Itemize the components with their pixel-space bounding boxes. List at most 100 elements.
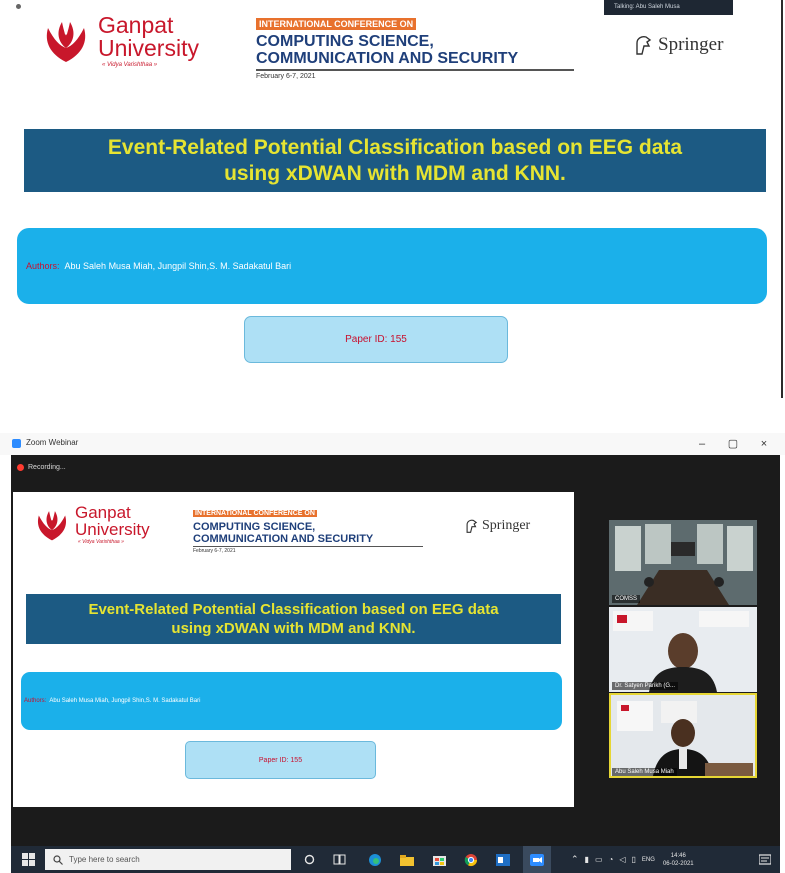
tray-wifi-icon[interactable]: ◔: [609, 855, 614, 864]
task-view-icon: [333, 854, 345, 865]
participant-video-satyen[interactable]: Dr. Satyen Parikh (G...: [609, 607, 757, 692]
notification-icon: [759, 853, 771, 865]
presentation-slide: Talking: Abu Saleh Musa Ganpat Universit…: [0, 0, 785, 400]
shared-authors-names: Abu Saleh Musa Miah, Jungpil Shin,S. M. …: [49, 698, 201, 704]
shared-conference-intl-label: INTERNATIONAL CONFERENCE ON: [193, 510, 317, 517]
search-icon: [53, 854, 63, 865]
university-name-line1: Ganpat: [98, 12, 174, 38]
zoom-meeting-area: Recording... Ganpat University « Vidya V…: [11, 455, 780, 869]
shared-springer-label: Springer: [482, 518, 531, 533]
edge-icon: [369, 853, 381, 866]
cortana-button[interactable]: [297, 846, 321, 873]
slide-title-box: Event-Related Potential Classification b…: [24, 129, 766, 192]
shared-conference-line2: COMMUNICATION AND SECURITY: [193, 532, 374, 545]
shared-authors-box: Authors: Abu Saleh Musa Miah, Jungpil Sh…: [21, 672, 562, 730]
speaker-indicator: Talking: Abu Saleh Musa: [604, 0, 733, 15]
tray-time: 14:46: [670, 852, 686, 859]
tray-language[interactable]: ENG: [642, 857, 655, 863]
ganpat-university-logo: Ganpat University « Vidya Varishthaa »: [40, 14, 199, 68]
tray-clock[interactable]: 14:46 06-02-2021: [663, 852, 694, 868]
zoom-app-button[interactable]: [523, 846, 551, 873]
participant-video-abu-saleh[interactable]: Abu Saleh Musa Miah: [609, 693, 757, 778]
participant-name-abu-saleh: Abu Saleh Musa Miah: [612, 768, 677, 776]
zoom-app-icon: [12, 439, 21, 448]
zoom-window: Zoom Webinar – ▢ × Recording... Ganpat U…: [0, 433, 785, 873]
shared-conference-banner: INTERNATIONAL CONFERENCE ON COMPUTING SC…: [193, 502, 423, 554]
conference-name-line2: COMMUNICATION AND SECURITY: [256, 49, 519, 67]
shared-conference-date: February 6-7, 2021: [193, 548, 236, 555]
edge-app-button[interactable]: [363, 846, 387, 873]
corner-marker: [16, 4, 21, 9]
slide-title-line2: using xDWAN with MDM and KNN.: [224, 162, 566, 185]
windows-taskbar: Type here to search ⌃ ▮ ▭ ◔ ◁ ▯ ENG 14:4…: [11, 846, 780, 873]
task-view-button[interactable]: [327, 846, 351, 873]
outlook-app-button[interactable]: [491, 846, 515, 873]
shared-paper-id-box: Paper ID: 155: [185, 741, 376, 779]
tray-chevron-up-icon[interactable]: ⌃: [571, 854, 579, 865]
shared-title-line2: using xDWAN with MDM and KNN.: [171, 620, 416, 637]
shared-ganpat-logo: Ganpat University « Vidya Varishthaa »: [33, 504, 150, 545]
conference-date: February 6-7, 2021: [256, 72, 316, 80]
paper-id-label: Paper ID: 155: [345, 334, 407, 345]
participant-name-satyen: Dr. Satyen Parikh (G...: [612, 682, 679, 690]
taskbar-search-input[interactable]: Type here to search: [45, 849, 291, 870]
shared-springer-logo: Springer: [465, 518, 530, 534]
shared-conference-line1: COMPUTING SCIENCE,: [193, 521, 316, 533]
slide-title-line1: Event-Related Potential Classification b…: [107, 136, 683, 159]
tray-volume-icon[interactable]: ◁: [619, 855, 625, 864]
shared-springer-horse-icon: [466, 519, 478, 533]
springer-label: Springer: [658, 34, 724, 55]
windows-logo-icon: [21, 853, 35, 866]
folder-icon: [400, 854, 414, 866]
authors-box: Authors: Abu Saleh Musa Miah, Jungpil Sh…: [17, 228, 767, 304]
conference-divider: [256, 68, 574, 71]
zoom-titlebar: Zoom Webinar – ▢ ×: [0, 433, 785, 455]
conference-room-video: [609, 520, 757, 605]
recording-label: Recording...: [28, 463, 66, 471]
chrome-icon: [464, 853, 477, 866]
outlook-icon: [496, 853, 510, 866]
chrome-app-button[interactable]: [459, 846, 483, 873]
notification-center-button[interactable]: [753, 846, 777, 873]
shared-title-box: Event-Related Potential Classification b…: [26, 594, 561, 644]
active-speaker-video: [611, 695, 755, 776]
shared-screen-slide: Ganpat University « Vidya Varishthaa » I…: [13, 492, 574, 807]
speaker-video: [609, 607, 757, 692]
participant-name-comss: COMSS: [612, 595, 641, 603]
start-button[interactable]: [15, 846, 41, 873]
shared-university-line2: University: [75, 520, 150, 539]
conference-name-line1: COMPUTING SCIENCE,: [256, 33, 434, 50]
tray-monitor-icon[interactable]: ▭: [595, 855, 603, 864]
tray-pen-icon[interactable]: ▮: [585, 855, 589, 864]
paper-id-box: Paper ID: 155: [244, 316, 508, 363]
springer-logo: Springer: [634, 34, 723, 56]
shared-authors-label: Authors:: [24, 698, 47, 704]
tray-battery-icon[interactable]: ▯: [632, 855, 636, 864]
file-explorer-button[interactable]: [395, 846, 419, 873]
shared-flame-logo-icon: [33, 508, 71, 542]
shared-university-line1: Ganpat: [75, 503, 131, 522]
maximize-button[interactable]: ▢: [724, 436, 742, 452]
minimize-button[interactable]: –: [693, 436, 711, 452]
authors-names: Abu Saleh Musa Miah, Jungpil Shin,S. M. …: [64, 261, 292, 271]
store-app-button[interactable]: [427, 846, 451, 873]
shared-conference-divider: [193, 546, 423, 548]
system-tray: ⌃ ▮ ▭ ◔ ◁ ▯ ENG 14:46 06-02-2021: [571, 846, 694, 873]
shared-university-tagline: « Vidya Varishthaa »: [78, 539, 124, 545]
recording-indicator[interactable]: Recording...: [17, 461, 66, 473]
university-tagline: « Vidya Varishthaa »: [102, 62, 158, 68]
window-edge: [781, 0, 783, 398]
conference-intl-label: INTERNATIONAL CONFERENCE ON: [256, 18, 417, 30]
university-name-line2: University: [98, 35, 199, 61]
close-button[interactable]: ×: [755, 436, 773, 452]
store-icon: [432, 856, 446, 866]
authors-label: Authors:: [26, 261, 60, 271]
shared-paper-id-label: Paper ID: 155: [258, 756, 303, 764]
tray-date: 06-02-2021: [662, 860, 694, 867]
shared-title-line1: Event-Related Potential Classification b…: [88, 601, 499, 618]
flame-logo-icon: [40, 18, 92, 64]
zoom-window-title: Zoom Webinar: [26, 438, 79, 447]
zoom-taskbar-icon: [530, 853, 544, 866]
participant-video-comss[interactable]: COMSS: [609, 520, 757, 605]
cortana-icon: [304, 854, 314, 865]
